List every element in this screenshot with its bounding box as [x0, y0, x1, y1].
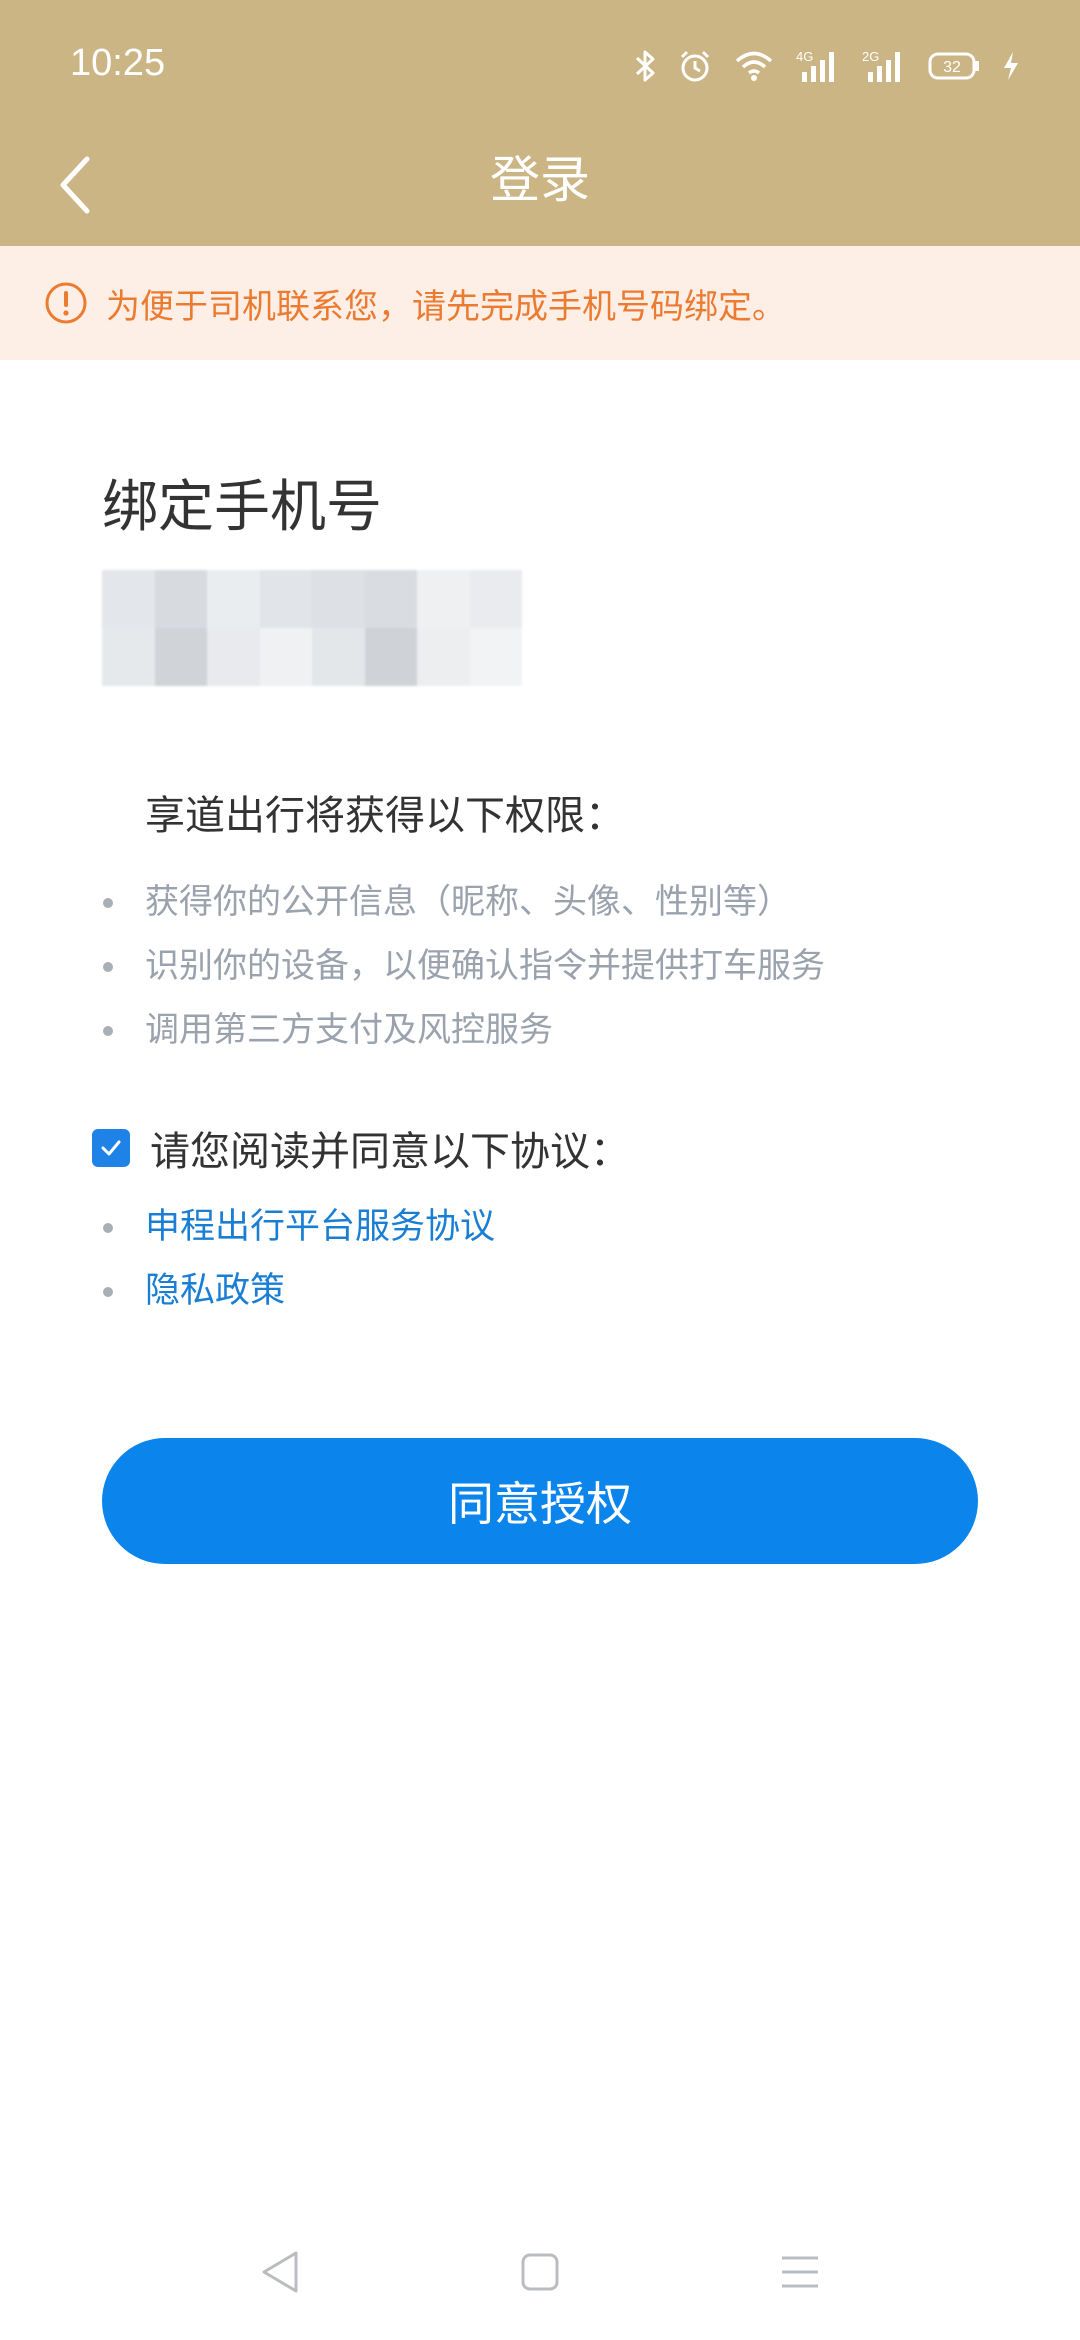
svg-text:32: 32	[943, 59, 961, 76]
service-agreement-link[interactable]: 申程出行平台服务协议	[100, 1195, 495, 1259]
status-bar: 10:25 4G 2G 32	[0, 0, 1080, 130]
signal-4g-icon: 4G	[796, 49, 834, 82]
authorize-button[interactable]: 同意授权	[102, 1438, 978, 1564]
checkmark-icon	[101, 1140, 121, 1156]
app-header: 10:25 4G 2G 32 登录	[0, 0, 1080, 246]
system-back-button[interactable]	[250, 2242, 310, 2302]
battery-icon: 32	[928, 52, 979, 80]
svg-text:2G: 2G	[862, 49, 879, 64]
agreement-label: 请您阅读并同意以下协议：	[150, 1129, 630, 1175]
system-home-button[interactable]	[510, 2242, 570, 2302]
permission-item: 识别你的设备，以便确认指令并提供打车服务	[100, 934, 825, 998]
masked-phone-number	[102, 570, 522, 686]
permissions-heading: 享道出行将获得以下权限：	[145, 793, 625, 839]
system-nav-bar	[0, 2230, 1080, 2320]
privacy-policy-link[interactable]: 隐私政策	[100, 1259, 495, 1323]
back-triangle-icon	[262, 2251, 298, 2293]
agreement-row: 请您阅读并同意以下协议：	[92, 1118, 630, 1178]
signal-2g-icon: 2G	[862, 49, 900, 82]
permissions-list: 获得你的公开信息（昵称、头像、性别等） 识别你的设备，以便确认指令并提供打车服务…	[100, 870, 825, 1062]
permission-item: 获得你的公开信息（昵称、头像、性别等）	[100, 870, 825, 934]
status-icons: 4G 2G 32	[634, 44, 1020, 88]
agreement-links: 申程出行平台服务协议 隐私政策	[100, 1195, 495, 1323]
page-header-title: 登录	[490, 151, 590, 209]
wifi-icon	[735, 51, 773, 81]
notice-text: 为便于司机联系您，请先完成手机号码绑定。	[106, 286, 786, 327]
home-square-icon	[521, 2253, 559, 2291]
bluetooth-icon	[635, 50, 655, 82]
agreement-checkbox[interactable]	[92, 1129, 130, 1167]
menu-lines-icon	[782, 2256, 818, 2288]
alert-circle-icon	[45, 282, 87, 324]
charging-icon	[1004, 52, 1018, 80]
notice-banner: 为便于司机联系您，请先完成手机号码绑定。	[0, 246, 1080, 360]
alarm-icon	[680, 50, 710, 82]
permission-item: 调用第三方支付及风控服务	[100, 998, 825, 1062]
nav-bar: 登录	[0, 130, 1080, 246]
system-menu-button[interactable]	[770, 2242, 830, 2302]
page-title: 绑定手机号	[102, 475, 382, 540]
status-time: 10:25	[70, 42, 166, 84]
svg-text:4G: 4G	[796, 49, 813, 64]
